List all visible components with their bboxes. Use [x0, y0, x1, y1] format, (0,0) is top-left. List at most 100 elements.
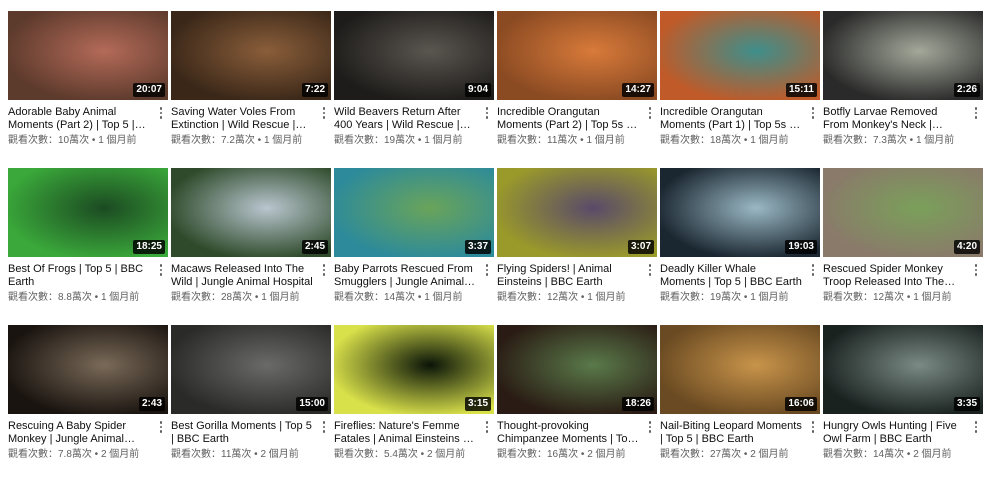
more-vert-icon[interactable] — [969, 261, 983, 279]
view-count: 觀看次數：11萬次 — [171, 449, 252, 460]
video-thumbnail[interactable]: 15:11 — [660, 11, 820, 100]
video-title[interactable]: Deadly Killer Whale Moments | Top 5 | BB… — [660, 263, 802, 288]
video-thumbnail[interactable]: 19:03 — [660, 168, 820, 257]
video-thumbnail[interactable]: 9:04 — [334, 11, 494, 100]
video-title[interactable]: Baby Parrots Rescued From Smugglers | Ju… — [334, 263, 476, 288]
upload-age: 1 個月前 — [424, 292, 463, 303]
video-title[interactable]: Botfly Larvae Removed From Monkey's Neck… — [823, 106, 965, 131]
video-title[interactable]: Wild Beavers Return After 400 Years | Wi… — [334, 106, 476, 131]
view-count: 觀看次數：11萬次 — [497, 135, 578, 146]
video-card-9[interactable]: 3:37 Baby Parrots Rescued From Smugglers… — [334, 168, 494, 325]
video-title[interactable]: Best Of Frogs | Top 5 | BBC Earth — [8, 263, 150, 288]
video-thumbnail[interactable]: 3:07 — [497, 168, 657, 257]
more-vert-icon[interactable] — [643, 104, 657, 122]
video-title[interactable]: Rescuing A Baby Spider Monkey | Jungle A… — [8, 420, 150, 445]
video-stats: 觀看次數：11萬次 • 2 個月前 — [171, 449, 331, 461]
duration-badge: 14:27 — [622, 83, 654, 97]
video-title[interactable]: Fireflies: Nature's Femme Fatales | Anim… — [334, 420, 476, 445]
video-meta: Adorable Baby Animal Moments (Part 2) | … — [8, 100, 168, 147]
video-meta: Incredible Orangutan Moments (Part 1) | … — [660, 100, 820, 147]
video-stats: 觀看次數：28萬次 • 1 個月前 — [171, 292, 331, 304]
video-thumbnail[interactable]: 3:15 — [334, 325, 494, 414]
video-thumbnail[interactable]: 4:20 — [823, 168, 983, 257]
stats-separator: • — [252, 292, 262, 303]
more-vert-icon[interactable] — [480, 418, 494, 436]
more-vert-icon[interactable] — [317, 418, 331, 436]
video-card-13[interactable]: 2:43 Rescuing A Baby Spider Monkey | Jun… — [8, 325, 168, 482]
view-count: 觀看次數：16萬次 — [497, 449, 579, 460]
video-card-10[interactable]: 3:07 Flying Spiders! | Animal Einsteins … — [497, 168, 657, 325]
video-stats: 觀看次數：18萬次 • 1 個月前 — [660, 135, 820, 147]
more-vert-icon[interactable] — [317, 261, 331, 279]
video-stats: 觀看次數：7.2萬次 • 1 個月前 — [171, 135, 331, 147]
video-thumbnail[interactable]: 3:35 — [823, 325, 983, 414]
more-vert-icon[interactable] — [969, 104, 983, 122]
video-thumbnail[interactable]: 7:22 — [171, 11, 331, 100]
video-card-5[interactable]: 15:11 Incredible Orangutan Moments (Part… — [660, 11, 820, 168]
video-thumbnail[interactable]: 18:26 — [497, 325, 657, 414]
video-meta: Incredible Orangutan Moments (Part 2) | … — [497, 100, 657, 147]
video-title[interactable]: Nail-Biting Leopard Moments | Top 5 | BB… — [660, 420, 802, 445]
stats-separator: • — [741, 449, 751, 460]
video-card-8[interactable]: 2:45 Macaws Released Into The Wild | Jun… — [171, 168, 331, 325]
video-card-16[interactable]: 18:26 Thought-provoking Chimpanzee Momen… — [497, 325, 657, 482]
video-thumbnail[interactable]: 2:26 — [823, 11, 983, 100]
upload-age: 1 個月前 — [586, 135, 625, 146]
more-vert-icon[interactable] — [480, 104, 494, 122]
video-card-14[interactable]: 15:00 Best Gorilla Moments | Top 5 | BBC… — [171, 325, 331, 482]
video-card-2[interactable]: 7:22 Saving Water Voles From Extinction … — [171, 11, 331, 168]
view-count: 觀看次數：7.2萬次 — [171, 135, 255, 146]
video-thumbnail[interactable]: 2:45 — [171, 168, 331, 257]
video-card-18[interactable]: 3:35 Hungry Owls Hunting | Five Owl Farm… — [823, 325, 983, 482]
video-title[interactable]: Flying Spiders! | Animal Einsteins | BBC… — [497, 263, 639, 288]
more-vert-icon[interactable] — [969, 418, 983, 436]
upload-age: 1 個月前 — [263, 135, 303, 146]
more-vert-icon[interactable] — [806, 261, 820, 279]
video-thumbnail[interactable]: 18:25 — [8, 168, 168, 257]
upload-age: 1 個月前 — [261, 292, 300, 303]
video-stats: 觀看次數：11萬次 • 1 個月前 — [497, 135, 657, 147]
video-card-4[interactable]: 14:27 Incredible Orangutan Moments (Part… — [497, 11, 657, 168]
video-title[interactable]: Saving Water Voles From Extinction | Wil… — [171, 106, 313, 131]
video-title[interactable]: Adorable Baby Animal Moments (Part 2) | … — [8, 106, 150, 131]
more-vert-icon[interactable] — [154, 418, 168, 436]
view-count: 觀看次數：12萬次 — [497, 292, 579, 303]
video-thumbnail[interactable]: 16:06 — [660, 325, 820, 414]
more-vert-icon[interactable] — [643, 261, 657, 279]
upload-age: 2 個月前 — [260, 449, 299, 460]
video-stats: 觀看次數：12萬次 • 1 個月前 — [823, 292, 983, 304]
video-title[interactable]: Incredible Orangutan Moments (Part 1) | … — [660, 106, 802, 131]
video-stats: 觀看次數：19萬次 • 1 個月前 — [660, 292, 820, 304]
video-card-17[interactable]: 16:06 Nail-Biting Leopard Moments | Top … — [660, 325, 820, 482]
video-title[interactable]: Best Gorilla Moments | Top 5 | BBC Earth — [171, 420, 313, 445]
video-thumbnail[interactable]: 3:37 — [334, 168, 494, 257]
video-thumbnail[interactable]: 2:43 — [8, 325, 168, 414]
video-title[interactable]: Macaws Released Into The Wild | Jungle A… — [171, 263, 313, 288]
video-card-11[interactable]: 19:03 Deadly Killer Whale Moments | Top … — [660, 168, 820, 325]
more-vert-icon[interactable] — [154, 104, 168, 122]
video-title[interactable]: Thought-provoking Chimpanzee Moments | T… — [497, 420, 639, 445]
video-stats: 觀看次數：14萬次 • 2 個月前 — [823, 449, 983, 461]
video-card-12[interactable]: 4:20 Rescued Spider Monkey Troop Release… — [823, 168, 983, 325]
more-vert-icon[interactable] — [317, 104, 331, 122]
more-vert-icon[interactable] — [806, 418, 820, 436]
video-card-15[interactable]: 3:15 Fireflies: Nature's Femme Fatales |… — [334, 325, 494, 482]
video-thumbnail[interactable]: 15:00 — [171, 325, 331, 414]
video-card-3[interactable]: 9:04 Wild Beavers Return After 400 Years… — [334, 11, 494, 168]
more-vert-icon[interactable] — [806, 104, 820, 122]
video-meta: Botfly Larvae Removed From Monkey's Neck… — [823, 100, 983, 147]
video-card-6[interactable]: 2:26 Botfly Larvae Removed From Monkey's… — [823, 11, 983, 168]
more-vert-icon[interactable] — [480, 261, 494, 279]
video-card-7[interactable]: 18:25 Best Of Frogs | Top 5 | BBC Earth … — [8, 168, 168, 325]
view-count: 觀看次數：14萬次 — [823, 449, 905, 460]
more-vert-icon[interactable] — [643, 418, 657, 436]
video-title[interactable]: Incredible Orangutan Moments (Part 2) | … — [497, 106, 639, 131]
video-title[interactable]: Hungry Owls Hunting | Five Owl Farm | BB… — [823, 420, 965, 445]
video-title[interactable]: Rescued Spider Monkey Troop Released Int… — [823, 263, 965, 288]
view-count: 觀看次數：28萬次 — [171, 292, 253, 303]
duration-badge: 9:04 — [464, 83, 491, 97]
video-thumbnail[interactable]: 14:27 — [497, 11, 657, 100]
more-vert-icon[interactable] — [154, 261, 168, 279]
video-card-1[interactable]: 20:07 Adorable Baby Animal Moments (Part… — [8, 11, 168, 168]
video-thumbnail[interactable]: 20:07 — [8, 11, 168, 100]
